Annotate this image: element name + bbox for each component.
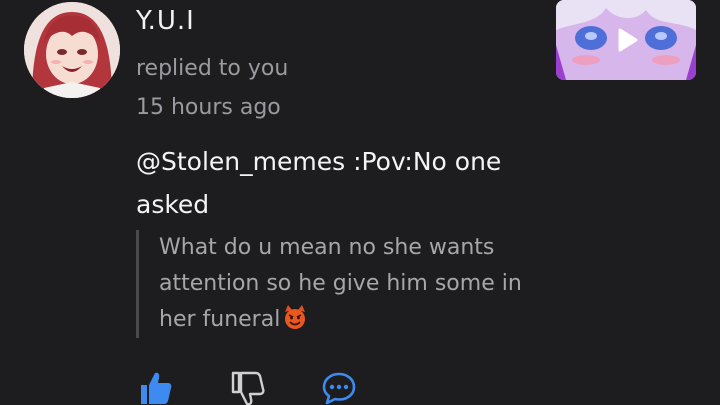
smiling-devil-emoji (282, 304, 308, 342)
thumbs-down-icon[interactable] (229, 370, 265, 405)
comment-text: @Stolen_memes :Pov:No one asked (136, 147, 502, 219)
comment-bubble-icon[interactable] (321, 370, 357, 405)
quoted-comment-text: What do u mean no she wants attention so… (159, 235, 522, 332)
video-thumbnail[interactable] (556, 0, 696, 80)
timestamp: 15 hours ago (136, 95, 281, 120)
reply-action-text: replied to you (136, 56, 289, 81)
quoted-comment-text-wrap: What do u mean no she wants attention so… (159, 230, 539, 342)
avatar[interactable] (24, 2, 120, 98)
thumbs-up-icon[interactable] (137, 370, 173, 405)
username[interactable]: Y.U.I (136, 6, 195, 36)
play-icon[interactable] (612, 26, 640, 54)
notification-screen: Y.U.I replied to you 15 hours ago @Stole… (0, 0, 720, 405)
quoted-comment: What do u mean no she wants attention so… (136, 230, 539, 338)
